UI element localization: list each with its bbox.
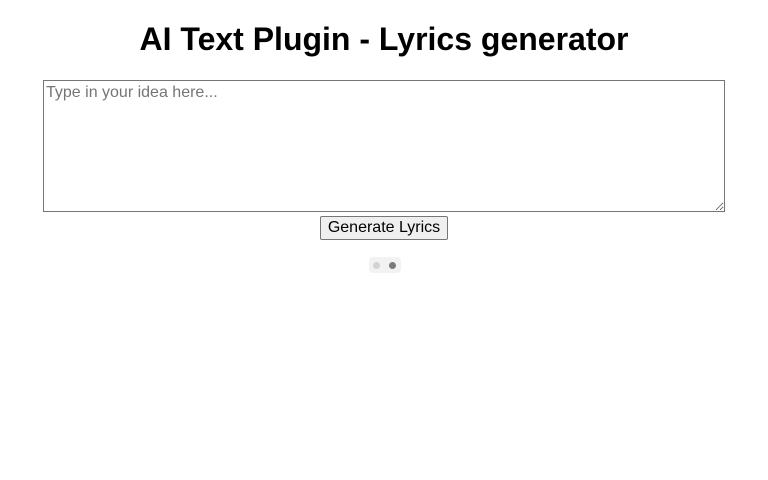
- loading-dot: [389, 262, 396, 269]
- generate-lyrics-button[interactable]: Generate Lyrics: [320, 216, 448, 240]
- lyrics-generator-page: AI Text Plugin - Lyrics generator Genera…: [0, 0, 768, 480]
- loading-dots-icon: [369, 257, 401, 273]
- loading-dot: [373, 262, 380, 269]
- idea-input[interactable]: [43, 80, 725, 212]
- page-title: AI Text Plugin - Lyrics generator: [139, 21, 629, 57]
